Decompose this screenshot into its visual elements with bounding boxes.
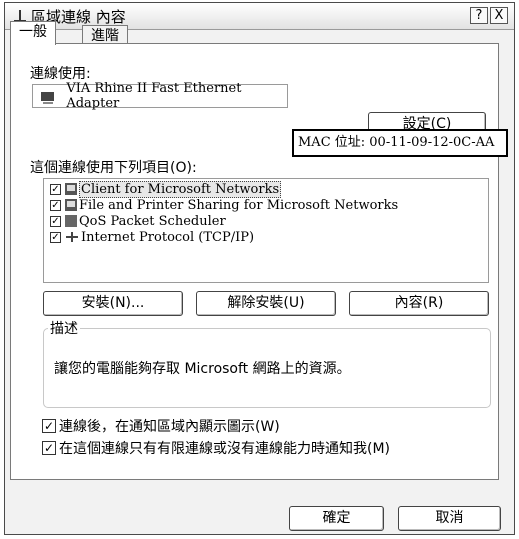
show-icon-checkbox[interactable]: ✓	[42, 419, 56, 433]
protocol-icon	[65, 231, 79, 243]
description-text: 讓您的電腦能夠存取 Microsoft 網路上的資源。	[54, 361, 351, 377]
uninstall-button[interactable]: 解除安裝(U)	[196, 291, 336, 316]
cancel-button[interactable]: 取消	[398, 506, 501, 531]
components-label: 這個連線使用下列項目(O):	[30, 160, 197, 176]
show-icon-label[interactable]: 連線後，在通知區域內顯示圖示(W)	[59, 416, 280, 436]
component-checkbox[interactable]: ✓	[50, 215, 61, 227]
list-item[interactable]: ✓ Internet Protocol (TCP/IP)	[44, 229, 488, 245]
network-adapter-icon	[41, 91, 55, 104]
component-label: File and Printer Sharing for Microsoft N…	[79, 197, 399, 213]
list-item[interactable]: ✓ QoS Packet Scheduler	[44, 213, 488, 229]
show-icon-option[interactable]: ✓ 連線後，在通知區域內顯示圖示(W)	[42, 416, 280, 436]
adapter-field: VIA Rhine II Fast Ethernet Adapter	[32, 81, 288, 111]
title-buttons: ? X	[470, 7, 508, 24]
properties-button[interactable]: 內容(R)	[349, 291, 489, 316]
notify-option[interactable]: ✓ 在這個連線只有有限連線或沒有連線能力時通知我(M)	[42, 438, 390, 458]
help-button[interactable]: ?	[470, 7, 488, 24]
qos-scheduler-icon	[65, 215, 77, 227]
component-checkbox[interactable]: ✓	[50, 183, 61, 195]
adapter-name: VIA Rhine II Fast Ethernet Adapter	[66, 81, 242, 111]
component-label: QoS Packet Scheduler	[79, 213, 226, 229]
list-item[interactable]: ✓ Client for Microsoft Networks	[44, 180, 488, 198]
component-checkbox[interactable]: ✓	[50, 231, 61, 243]
mac-address-callout: MAC 位址: 00-11-09-12-0C-AA	[292, 129, 508, 157]
description-group: 描述 讓您的電腦能夠存取 Microsoft 網路上的資源。	[43, 318, 491, 408]
notify-checkbox[interactable]: ✓	[42, 441, 56, 455]
tab-general[interactable]: 一般	[10, 21, 56, 45]
ok-button[interactable]: 確定	[289, 506, 384, 531]
component-checkbox[interactable]: ✓	[50, 199, 61, 211]
notify-label[interactable]: 在這個連線只有有限連線或沒有連線能力時通知我(M)	[59, 438, 390, 458]
connect-using-label: 連線使用:	[30, 66, 91, 82]
file-printer-sharing-icon	[65, 199, 77, 211]
component-label: Internet Protocol (TCP/IP)	[81, 229, 255, 245]
components-list[interactable]: ✓ Client for Microsoft Networks ✓ File a…	[43, 178, 489, 283]
network-client-icon	[65, 183, 77, 195]
close-button[interactable]: X	[490, 7, 508, 24]
install-button[interactable]: 安裝(N)...	[43, 291, 183, 316]
description-legend: 描述	[50, 321, 78, 337]
list-item[interactable]: ✓ File and Printer Sharing for Microsoft…	[44, 197, 488, 213]
component-label: Client for Microsoft Networks	[79, 180, 282, 198]
